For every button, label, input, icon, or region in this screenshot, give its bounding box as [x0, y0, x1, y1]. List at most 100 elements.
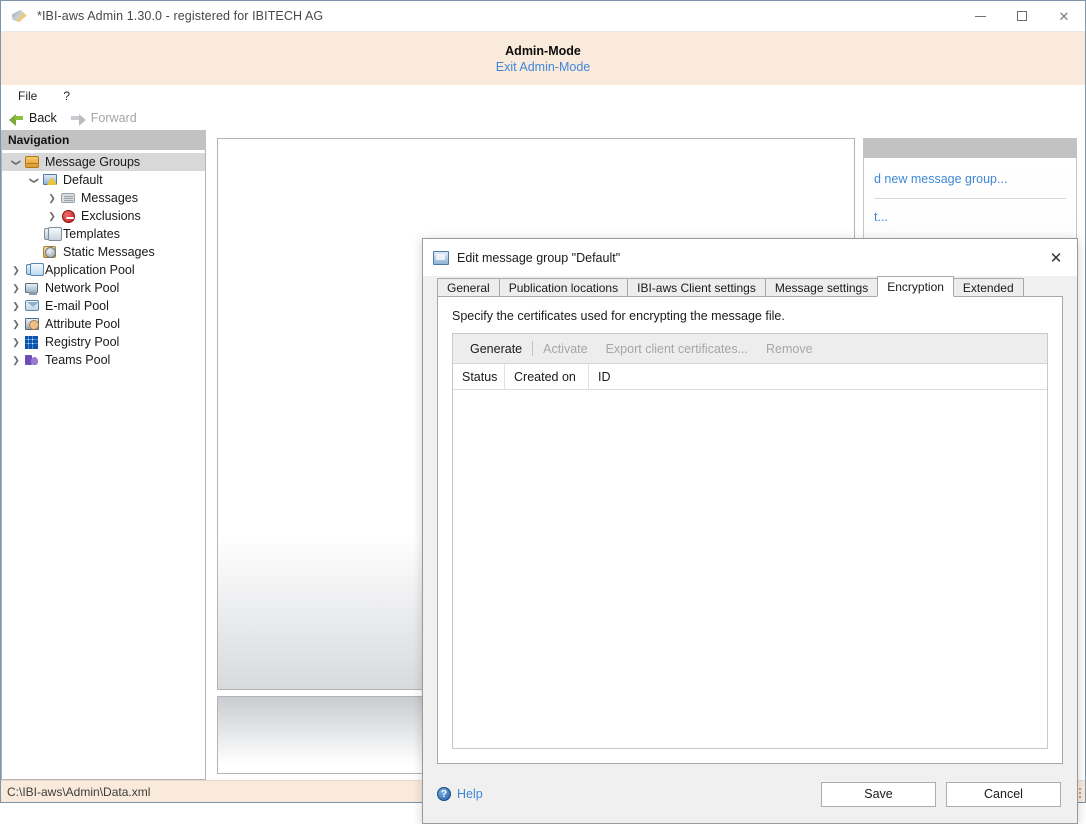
- dialog-tab-body: Specify the certificates used for encryp…: [437, 296, 1063, 764]
- toolbar-remove-button[interactable]: Remove: [757, 342, 822, 356]
- window-controls: ✕: [959, 1, 1085, 32]
- arrow-left-icon: [9, 112, 24, 124]
- chevron-right-icon[interactable]: ❯: [44, 193, 60, 204]
- tree-item-label: Registry Pool: [45, 335, 119, 349]
- toolbar-export-client-certificates-button[interactable]: Export client certificates...: [597, 342, 757, 356]
- tree-item-e-mail-pool[interactable]: ❯ E-mail Pool: [2, 297, 205, 315]
- exit-admin-mode-link[interactable]: Exit Admin-Mode: [496, 60, 590, 74]
- chevron-right-icon[interactable]: ❯: [8, 301, 24, 312]
- menu-bar: File ?: [1, 85, 1085, 107]
- tree-item-registry-pool[interactable]: ❯ Registry Pool: [2, 333, 205, 351]
- maximize-button[interactable]: [1001, 1, 1043, 32]
- tab-ibi-aws-client-settings[interactable]: IBI-aws Client settings: [627, 278, 766, 297]
- chevron-right-icon[interactable]: ❯: [8, 337, 24, 348]
- certificates-grid: GenerateActivateExport client certificat…: [452, 333, 1048, 749]
- tree-item-application-pool[interactable]: ❯ Application Pool: [2, 261, 205, 279]
- email-pool-icon: [24, 298, 40, 314]
- chevron-right-icon[interactable]: ❯: [8, 283, 24, 294]
- chevron-right-icon[interactable]: ❯: [8, 355, 24, 366]
- tab-general[interactable]: General: [437, 278, 500, 297]
- column-header-id[interactable]: ID: [589, 364, 1047, 390]
- navigation-panel: Navigation ❯Message Groups❯Default❯Messa…: [1, 130, 207, 780]
- help-link[interactable]: ? Help: [437, 787, 483, 801]
- back-button[interactable]: Back: [9, 111, 57, 125]
- tree-item-label: Teams Pool: [45, 353, 110, 367]
- attribute-pool-icon: [24, 316, 40, 332]
- tree-item-attribute-pool[interactable]: ❯ Attribute Pool: [2, 315, 205, 333]
- certificates-grid-header: Status Created on ID: [453, 364, 1047, 390]
- task-link-separator: [874, 198, 1066, 199]
- edit-message-group-dialog: Edit message group "Default" ✕ GeneralPu…: [422, 238, 1078, 824]
- tab-encryption[interactable]: Encryption: [877, 276, 954, 297]
- task-panel-header: [863, 138, 1077, 158]
- toolbar-generate-button[interactable]: Generate: [461, 342, 531, 356]
- tree-item-label: Default: [63, 173, 103, 187]
- application-pool-icon: [24, 262, 40, 278]
- forward-button[interactable]: Forward: [71, 111, 137, 125]
- tree-item-label: Message Groups: [45, 155, 140, 169]
- chevron-right-icon[interactable]: ❯: [8, 319, 24, 330]
- tree-item-message-groups[interactable]: ❯ Message Groups: [2, 153, 205, 171]
- toolbar-activate-button[interactable]: Activate: [534, 342, 596, 356]
- templates-icon: [42, 226, 58, 242]
- help-label: Help: [457, 787, 483, 801]
- monitor-warning-icon: [42, 172, 58, 188]
- dialog-close-button[interactable]: ✕: [1035, 239, 1077, 276]
- help-icon: ?: [437, 787, 451, 801]
- certificates-toolbar: GenerateActivateExport client certificat…: [453, 334, 1047, 364]
- forward-label: Forward: [91, 111, 137, 125]
- package-icon: [24, 154, 40, 170]
- static-messages-icon: [42, 244, 58, 260]
- tree-item-label: Application Pool: [45, 263, 135, 277]
- window-title: *IBI-aws Admin 1.30.0 - registered for I…: [37, 9, 323, 23]
- tree-item-default[interactable]: ❯ Default: [2, 171, 205, 189]
- task-link-1[interactable]: t...: [874, 204, 1066, 230]
- dialog-title: Edit message group "Default": [457, 251, 620, 265]
- back-label: Back: [29, 111, 57, 125]
- arrow-right-icon: [71, 112, 86, 124]
- stop-icon: [60, 208, 76, 224]
- navigation-toolbar: Back Forward: [1, 107, 1085, 130]
- tree-item-label: Exclusions: [81, 209, 141, 223]
- menu-file[interactable]: File: [13, 88, 42, 104]
- tab-message-settings[interactable]: Message settings: [765, 278, 878, 297]
- tree-item-static-messages[interactable]: ❯Static Messages: [2, 243, 205, 261]
- close-window-button[interactable]: ✕: [1043, 1, 1085, 32]
- column-header-status[interactable]: Status: [453, 364, 505, 390]
- tree-item-network-pool[interactable]: ❯ Network Pool: [2, 279, 205, 297]
- tab-publication-locations[interactable]: Publication locations: [499, 278, 628, 297]
- task-link-0[interactable]: d new message group...: [874, 166, 1066, 192]
- tree-item-label: E-mail Pool: [45, 299, 109, 313]
- title-bar: *IBI-aws Admin 1.30.0 - registered for I…: [1, 1, 1085, 32]
- certificates-grid-body[interactable]: [453, 390, 1047, 748]
- encryption-hint-text: Specify the certificates used for encryp…: [438, 297, 1062, 333]
- chevron-down-icon[interactable]: ❯: [11, 154, 22, 170]
- admin-mode-banner: Admin-Mode Exit Admin-Mode: [1, 32, 1085, 85]
- tree-item-label: Static Messages: [63, 245, 155, 259]
- dialog-tab-strip: GeneralPublication locationsIBI-aws Clie…: [423, 276, 1077, 297]
- chevron-right-icon[interactable]: ❯: [44, 211, 60, 222]
- tree-item-templates[interactable]: ❯Templates: [2, 225, 205, 243]
- tree-item-teams-pool[interactable]: ❯ Teams Pool: [2, 351, 205, 369]
- tree-item-exclusions[interactable]: ❯ Exclusions: [2, 207, 205, 225]
- dialog-footer: ? Help Save Cancel: [423, 765, 1077, 823]
- minimize-button[interactable]: [959, 1, 1001, 32]
- app-logo-icon: [11, 7, 29, 25]
- message-icon: [60, 190, 76, 206]
- tab-extended[interactable]: Extended: [953, 278, 1024, 297]
- tree-item-label: Templates: [63, 227, 120, 241]
- tree-item-label: Network Pool: [45, 281, 119, 295]
- menu-help[interactable]: ?: [58, 88, 75, 104]
- tree-item-messages[interactable]: ❯ Messages: [2, 189, 205, 207]
- teams-pool-icon: [24, 352, 40, 368]
- status-path: C:\IBI-aws\Admin\Data.xml: [7, 785, 150, 799]
- column-header-created-on[interactable]: Created on: [505, 364, 589, 390]
- chevron-right-icon[interactable]: ❯: [8, 265, 24, 276]
- toolbar-separator: [532, 341, 533, 356]
- chevron-down-icon[interactable]: ❯: [29, 172, 40, 188]
- main-area: Navigation ❯Message Groups❯Default❯Messa…: [1, 130, 1085, 780]
- registry-pool-icon: [24, 334, 40, 350]
- navigation-tree[interactable]: ❯Message Groups❯Default❯Messages❯Exclusi…: [1, 150, 206, 780]
- tree-item-label: Attribute Pool: [45, 317, 120, 331]
- tree-item-label: Messages: [81, 191, 138, 205]
